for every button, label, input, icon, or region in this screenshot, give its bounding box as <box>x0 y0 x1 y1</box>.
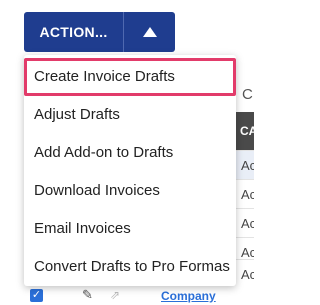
action-dropdown-toggle[interactable] <box>124 12 175 52</box>
menu-item-convert-drafts-to-pro-formas[interactable]: Convert Drafts to Pro Formas <box>24 248 236 286</box>
row-checkbox[interactable]: ✓ <box>30 289 43 302</box>
action-menu: Create Invoice Drafts Adjust Drafts Add … <box>24 55 236 286</box>
table-cell: Ac <box>236 208 254 237</box>
menu-item-create-invoice-drafts[interactable]: Create Invoice Drafts <box>24 58 236 96</box>
external-link-icon[interactable]: ⇗ <box>110 288 124 302</box>
menu-item-email-invoices[interactable]: Email Invoices <box>24 210 236 248</box>
menu-item-download-invoices[interactable]: Download Invoices <box>24 172 236 210</box>
table-subheader: C <box>242 86 253 103</box>
screen: C CA Ac Ac Ac Ac Ac ✓ ✎ ⇗ Company ACTION… <box>0 0 254 305</box>
table-cell: Ac <box>236 259 254 288</box>
company-link[interactable]: Company <box>161 289 216 303</box>
pencil-icon[interactable]: ✎ <box>82 288 96 302</box>
menu-item-adjust-drafts[interactable]: Adjust Drafts <box>24 96 236 134</box>
table-cell: Ac <box>236 179 254 208</box>
menu-item-add-add-on-to-drafts[interactable]: Add Add-on to Drafts <box>24 134 236 172</box>
table-cell: Ac <box>236 150 254 179</box>
table-header-cell[interactable]: CA <box>236 112 254 150</box>
caret-up-icon <box>142 27 157 37</box>
action-button[interactable]: ACTION... <box>24 12 123 52</box>
table-row: ✓ ✎ ⇗ Company <box>24 288 254 305</box>
action-button-group: ACTION... <box>24 12 175 52</box>
